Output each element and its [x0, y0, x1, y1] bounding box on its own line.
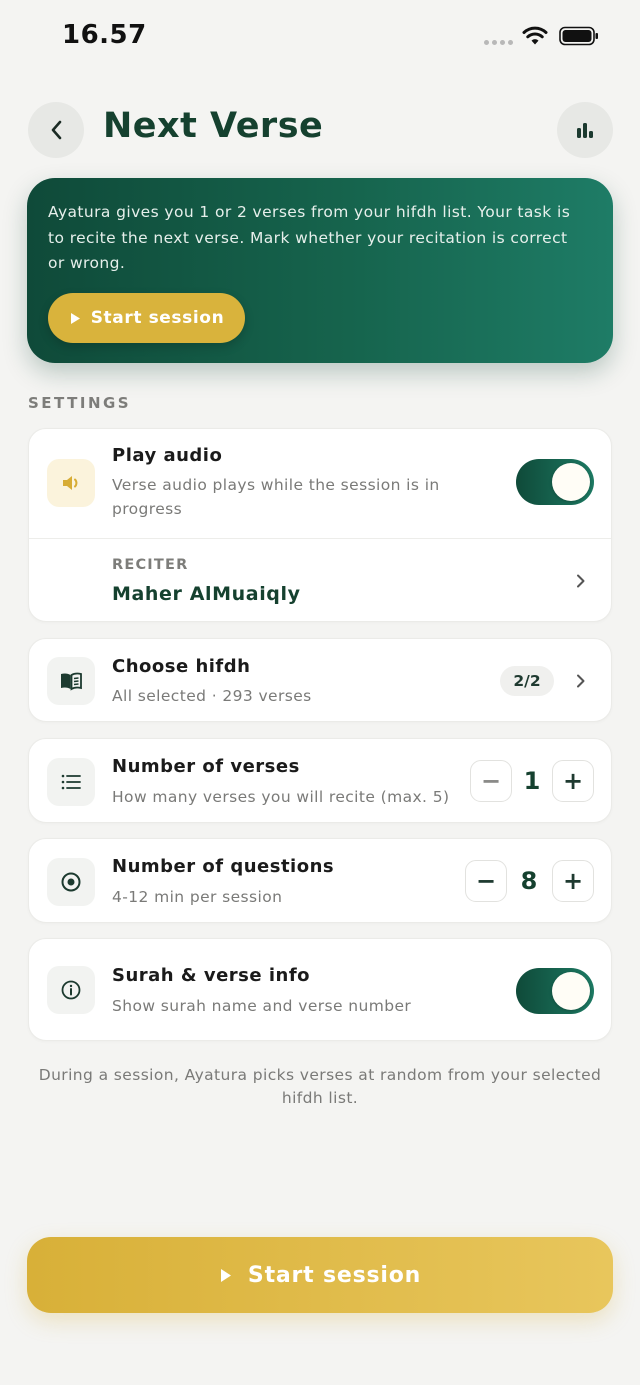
speaker-icon-box — [47, 459, 95, 507]
signal-icon — [484, 40, 513, 45]
book-icon — [61, 672, 82, 691]
play-audio-title: Play audio — [112, 445, 223, 466]
wifi-icon — [522, 26, 548, 45]
start-session-button[interactable]: Start session — [27, 1237, 613, 1313]
intro-card: Ayatura gives you 1 or 2 verses from you… — [27, 178, 613, 363]
hero-start-label: Start session — [90, 308, 225, 328]
back-button[interactable] — [28, 102, 84, 158]
number-of-questions-row: Number of questions 4-12 min per session… — [28, 838, 612, 923]
reciter-value: Maher AlMuaiqly — [112, 583, 301, 605]
info-icon-box — [47, 966, 95, 1014]
hero-start-session-button[interactable]: Start session — [48, 293, 245, 343]
number-of-verses-subtitle: How many verses you will recite (max. 5) — [112, 788, 450, 806]
hifdh-count-badge: 2/2 — [500, 666, 554, 696]
footnote: During a session, Ayatura picks verses a… — [38, 1066, 602, 1107]
settings-section-label: SETTINGS — [28, 394, 132, 412]
questions-increment-button[interactable]: + — [552, 860, 594, 902]
numbered-list-icon — [61, 774, 81, 790]
chevron-right-icon — [577, 574, 585, 588]
number-of-verses-row: Number of verses How many verses you wil… — [28, 738, 612, 823]
battery-icon — [559, 26, 598, 46]
play-icon — [70, 312, 80, 324]
target-icon-box — [47, 858, 95, 906]
list-icon-box — [47, 758, 95, 806]
book-icon-box — [47, 657, 95, 705]
questions-decrement-button[interactable]: − — [465, 860, 507, 902]
surah-info-title: Surah & verse info — [112, 965, 311, 986]
number-of-verses-title: Number of verses — [112, 756, 300, 777]
start-session-label: Start session — [247, 1262, 422, 1288]
number-of-questions-title: Number of questions — [112, 856, 335, 877]
play-audio-subtitle: Verse audio plays while the session is i… — [112, 476, 440, 518]
reciter-row[interactable]: RECITER Maher AlMuaiqly — [29, 539, 613, 623]
verses-decrement-button[interactable]: − — [470, 760, 512, 802]
status-time: 16.57 — [62, 20, 147, 50]
questions-value: 8 — [520, 867, 538, 895]
page-title: Next Verse — [103, 106, 324, 146]
intro-text: Ayatura gives you 1 or 2 verses from you… — [48, 203, 571, 272]
choose-hifdh-title: Choose hifdh — [112, 656, 251, 677]
number-of-questions-subtitle: 4-12 min per session — [112, 888, 283, 906]
target-icon — [61, 872, 81, 892]
speaker-icon — [63, 476, 78, 490]
reciter-label: RECITER — [112, 557, 189, 573]
choose-hifdh-subtitle: All selected · 293 verses — [112, 687, 312, 705]
surah-info-toggle[interactable] — [516, 968, 594, 1014]
surah-info-row: Surah & verse info Show surah name and v… — [28, 938, 612, 1041]
info-icon — [61, 980, 81, 1000]
surah-info-subtitle: Show surah name and verse number — [112, 997, 412, 1015]
chevron-left-icon — [51, 120, 62, 140]
play-icon — [220, 1268, 231, 1282]
stats-button[interactable] — [557, 102, 613, 158]
verses-value: 1 — [523, 767, 541, 795]
status-bar: 16.57 — [0, 0, 640, 80]
verses-increment-button[interactable]: + — [552, 760, 594, 802]
chevron-right-icon — [577, 674, 585, 688]
choose-hifdh-row[interactable]: Choose hifdh All selected · 293 verses 2… — [28, 638, 612, 722]
play-audio-toggle[interactable] — [516, 459, 594, 505]
bar-chart-icon — [577, 123, 593, 138]
audio-settings-card: Play audio Verse audio plays while the s… — [28, 428, 612, 622]
